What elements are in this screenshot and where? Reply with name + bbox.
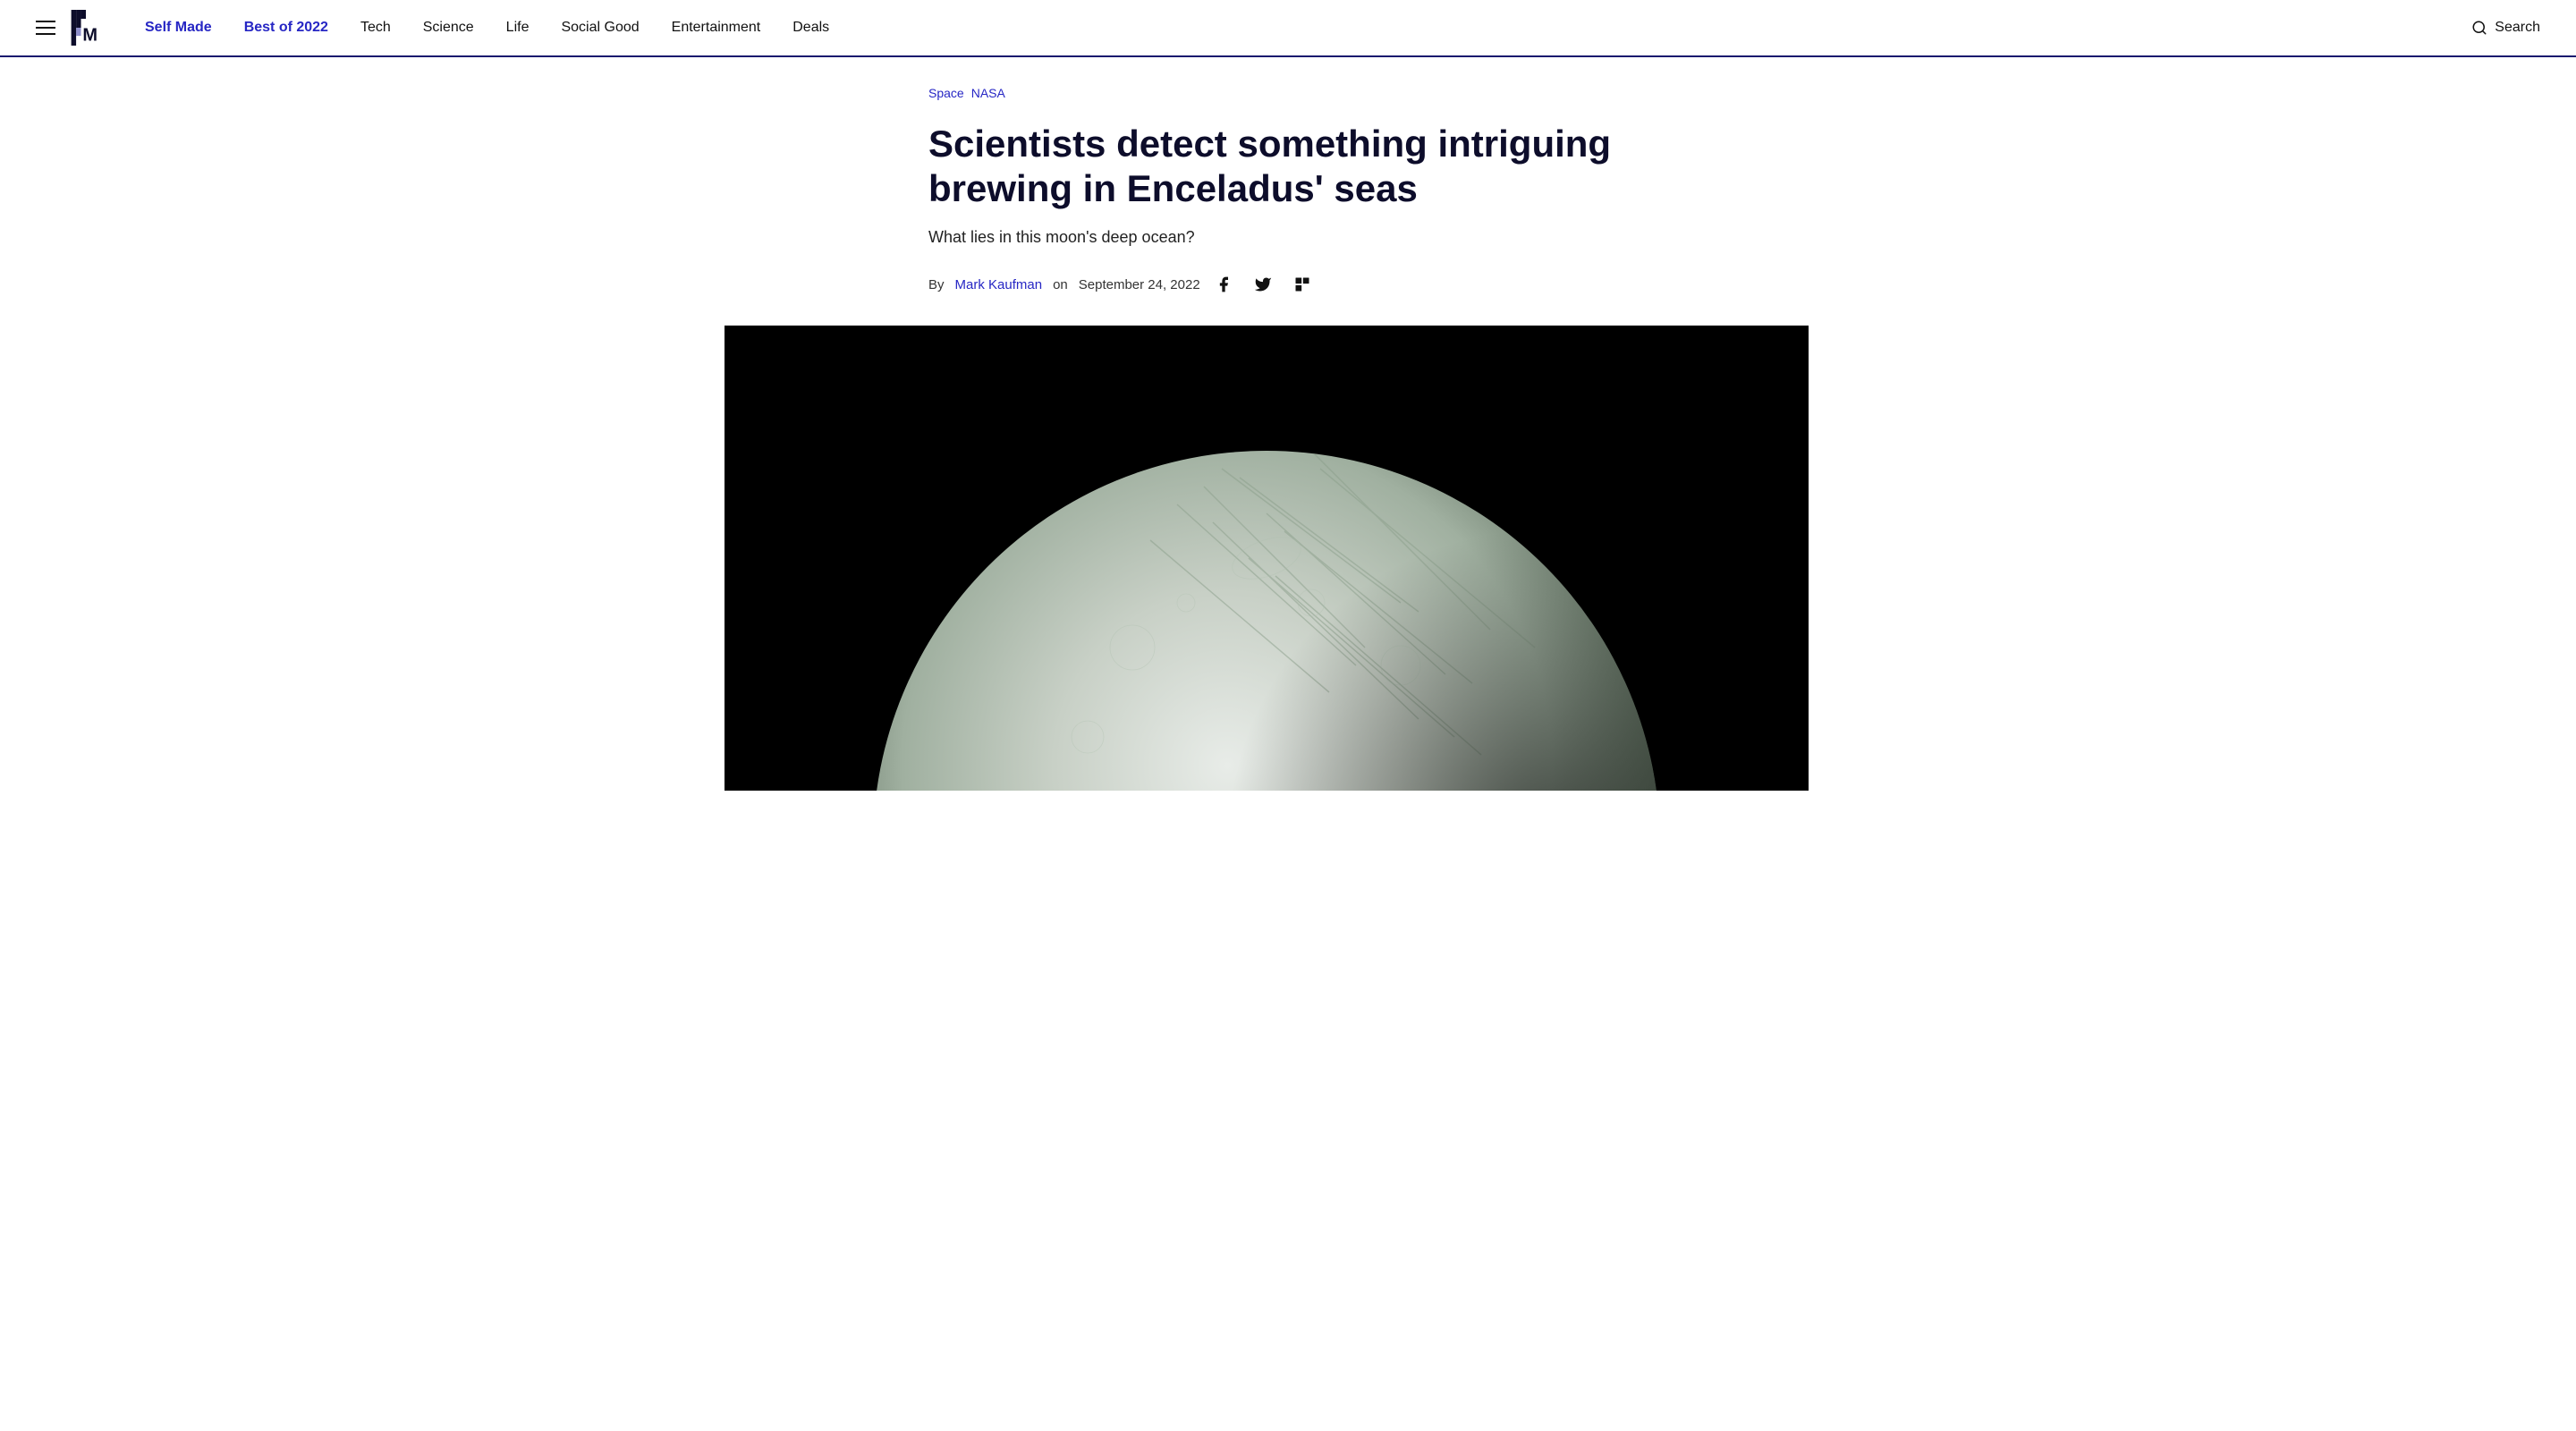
article-date: September 24, 2022 bbox=[1079, 277, 1200, 292]
breadcrumb-nasa[interactable]: NASA bbox=[971, 86, 1005, 100]
twitter-share-button[interactable] bbox=[1250, 272, 1275, 297]
twitter-icon bbox=[1254, 275, 1272, 293]
facebook-share-button[interactable] bbox=[1211, 272, 1236, 297]
social-share-icons bbox=[1211, 272, 1315, 297]
nav-link-best-of-2022[interactable]: Best of 2022 bbox=[244, 20, 328, 36]
nav-links: Self Made Best of 2022 Tech Science Life… bbox=[145, 20, 2471, 36]
nav-link-tech[interactable]: Tech bbox=[360, 20, 391, 36]
search-button[interactable]: Search bbox=[2471, 20, 2540, 36]
enceladus-image bbox=[775, 326, 1758, 791]
date-prefix: on bbox=[1053, 277, 1068, 292]
article-subtitle: What lies in this moon's deep ocean? bbox=[928, 228, 1648, 247]
nav-link-social-good[interactable]: Social Good bbox=[561, 20, 639, 36]
svg-text:M: M bbox=[82, 26, 97, 46]
author-link[interactable]: Mark Kaufman bbox=[955, 277, 1043, 292]
hamburger-menu[interactable] bbox=[36, 21, 55, 35]
flipboard-icon bbox=[1293, 275, 1311, 293]
breadcrumb-space[interactable]: Space bbox=[928, 86, 964, 100]
article-hero-image bbox=[724, 326, 1809, 791]
nav-link-entertainment[interactable]: Entertainment bbox=[672, 20, 761, 36]
byline: By Mark Kaufman on September 24, 2022 bbox=[928, 272, 1648, 297]
site-logo[interactable]: M bbox=[70, 10, 102, 46]
flipboard-share-button[interactable] bbox=[1290, 272, 1315, 297]
article-content: Space NASA Scientists detect something i… bbox=[886, 57, 1690, 297]
navbar: M Self Made Best of 2022 Tech Science Li… bbox=[0, 0, 2576, 57]
logo-icon: M bbox=[70, 10, 102, 46]
facebook-icon bbox=[1215, 275, 1233, 293]
article-title: Scientists detect something intriguing b… bbox=[928, 122, 1648, 210]
nav-link-science[interactable]: Science bbox=[423, 20, 474, 36]
nav-link-deals[interactable]: Deals bbox=[792, 20, 829, 36]
nav-link-self-made[interactable]: Self Made bbox=[145, 20, 212, 36]
search-icon bbox=[2471, 20, 2487, 36]
search-label: Search bbox=[2495, 20, 2540, 36]
breadcrumb: Space NASA bbox=[928, 86, 1648, 100]
nav-link-life[interactable]: Life bbox=[506, 20, 530, 36]
byline-prefix: By bbox=[928, 277, 945, 292]
